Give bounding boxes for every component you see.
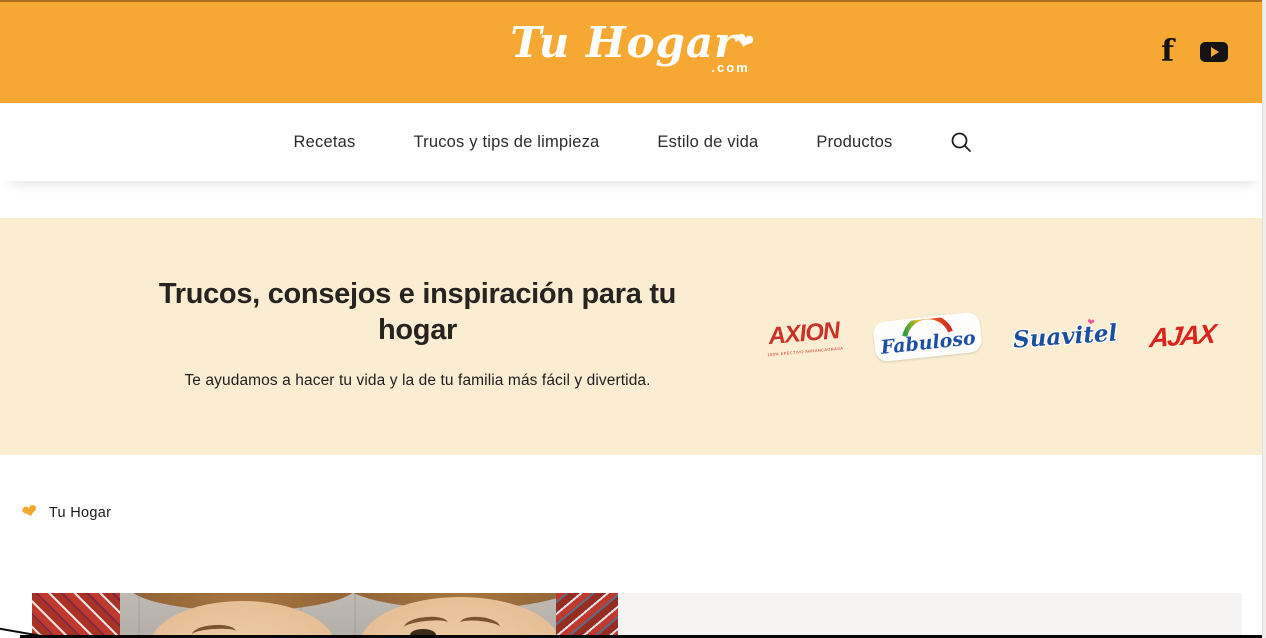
photo-plaid-shirt-right [556, 593, 618, 638]
breadcrumb[interactable]: ❤ Tu Hogar [19, 500, 112, 525]
axion-wordmark: AXION [767, 316, 841, 350]
suavitel-heart-icon: ❤ [1086, 316, 1096, 328]
site-header: Tu Hogar❤ .com f [0, 0, 1266, 103]
article-card-image[interactable] [32, 593, 618, 638]
breadcrumb-label: Tu Hogar [48, 504, 112, 521]
ajax-wordmark: AJAX [1147, 318, 1216, 354]
breadcrumb-heart-icon: ❤ [19, 500, 41, 525]
main-nav: Recetas Trucos y tips de limpieza Estilo… [0, 103, 1266, 181]
facebook-icon[interactable]: f [1161, 36, 1174, 67]
suavitel-wordmark: Suavitel [1012, 319, 1119, 354]
page: Tu Hogar❤ .com f Recetas Trucos y tips d… [0, 0, 1266, 638]
photo-plaid-shirt-left [32, 593, 120, 638]
nav-item-productos[interactable]: Productos [816, 133, 892, 152]
brand-logo-fabuloso: Fabuloso [872, 311, 984, 362]
site-logo[interactable]: Tu Hogar❤ .com [510, 18, 756, 75]
nav-item-recetas[interactable]: Recetas [294, 133, 356, 152]
social-links: f [1161, 0, 1228, 103]
hero-title-line2: hogar [377, 314, 458, 346]
youtube-icon[interactable] [1200, 41, 1228, 62]
window-top-edge [0, 0, 1266, 2]
nav-item-estilo-de-vida[interactable]: Estilo de vida [657, 133, 758, 152]
hero-section: Trucos, consejos e inspiración para tu h… [0, 218, 1266, 455]
fabuloso-wordmark: Fabuloso [879, 326, 977, 359]
hero-title: Trucos, consejos e inspiración para tu h… [135, 276, 700, 348]
logo-tld: .com [711, 60, 750, 75]
brand-logo-ajax: AJAX [1147, 318, 1216, 354]
hero-subtitle: Te ayudamos a hacer tu vida y la de tu f… [184, 372, 651, 389]
brand-logo-axion: AXION 100% EFECTIVO ARRANCAGRASA [765, 316, 843, 356]
search-icon[interactable] [950, 131, 972, 153]
article-card-panel[interactable] [618, 593, 1242, 638]
brand-logo-strip: AXION 100% EFECTIVO ARRANCAGRASA Fabulos… [765, 218, 1216, 455]
hero-text-block: Trucos, consejos e inspiración para tu h… [135, 218, 700, 455]
scrollbar[interactable] [1262, 0, 1266, 638]
logo-text: Tu Hogar [510, 18, 738, 67]
hero-title-line1: Trucos, consejos e inspiración para tu [158, 278, 677, 310]
brand-logo-suavitel: Suavitel ❤ [1012, 316, 1119, 354]
nav-item-trucos-y-tips[interactable]: Trucos y tips de limpieza [413, 133, 599, 152]
